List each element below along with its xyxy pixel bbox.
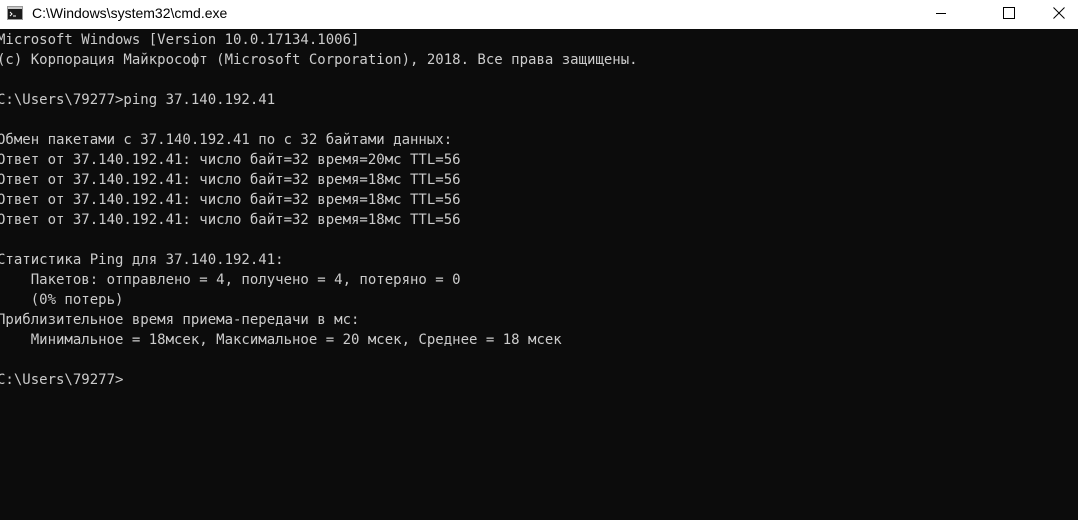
console-line: Ответ от 37.140.192.41: число байт=32 вр… xyxy=(0,172,461,188)
console-line: Ответ от 37.140.192.41: число байт=32 вр… xyxy=(0,192,461,208)
console-line: Минимальное = 18мсек, Максимальное = 20 … xyxy=(0,332,562,348)
console-line: Ответ от 37.140.192.41: число байт=32 вр… xyxy=(0,152,461,168)
console-line: Пакетов: отправлено = 4, получено = 4, п… xyxy=(0,272,461,288)
close-button[interactable] xyxy=(1040,0,1078,29)
maximize-icon xyxy=(1003,6,1015,24)
close-icon xyxy=(1053,6,1065,24)
console-prompt-line[interactable]: C:\Users\79277> xyxy=(0,370,123,390)
console-output[interactable]: Microsoft Windows [Version 10.0.17134.10… xyxy=(0,30,1078,520)
console-line: Ответ от 37.140.192.41: число байт=32 вр… xyxy=(0,212,461,228)
minimize-button[interactable] xyxy=(918,0,964,29)
window-title: C:\Windows\system32\cmd.exe xyxy=(32,5,228,21)
console-line: Приблизительное время приема-передачи в … xyxy=(0,312,360,328)
console-line: C:\Users\79277>ping 37.140.192.41 xyxy=(0,92,276,108)
cmd-window: C:\Windows\system32\cmd.exe Microsoft Wi… xyxy=(0,0,1078,520)
console-line: Статистика Ping для 37.140.192.41: xyxy=(0,252,284,268)
console-icon[interactable] xyxy=(7,6,23,20)
console-line: (0% потерь) xyxy=(0,292,124,308)
minimize-icon xyxy=(935,6,947,24)
console-line: (c) Корпорация Майкрософт (Microsoft Cor… xyxy=(0,52,638,68)
console-line: Обмен пакетами с 37.140.192.41 по с 32 б… xyxy=(0,132,453,148)
maximize-button[interactable] xyxy=(986,0,1032,29)
console-line: Microsoft Windows [Version 10.0.17134.10… xyxy=(0,32,360,48)
title-bar[interactable]: C:\Windows\system32\cmd.exe xyxy=(0,0,1078,29)
